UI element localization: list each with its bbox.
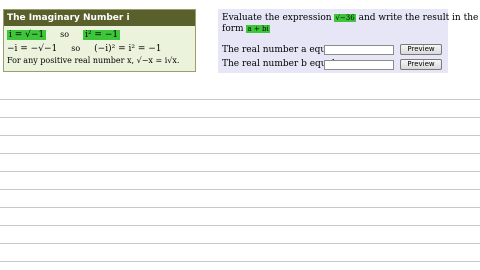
identity-negative-i: −i = −√−1	[7, 44, 58, 54]
panel-title: The Imaginary Number i	[4, 10, 195, 26]
exercise-panel: Evaluate the expression √−36 and write t…	[218, 9, 478, 73]
form-label: form	[222, 24, 244, 34]
so-label: so	[71, 44, 81, 53]
identity-i-squared: i² = −1	[83, 30, 121, 40]
prompt-start: Evaluate the expression	[222, 13, 332, 23]
b-answer-label: The real number b equals	[222, 59, 340, 69]
identity-row-2: −i = −√−1 so (−i)² = i² = −1	[7, 43, 162, 55]
identity-i-definition: i = √−1	[7, 30, 47, 40]
b-answer-input[interactable]	[324, 60, 394, 70]
a-answer-input[interactable]	[324, 45, 394, 55]
form-line: form a + bi	[222, 24, 270, 35]
so-label: so	[60, 30, 70, 39]
form-highlight: a + bi	[246, 25, 270, 33]
prompt-end: and write the result in the	[358, 13, 479, 23]
a-answer-label: The real number a equals	[222, 45, 340, 55]
identity-row-1: i = √−1 so i² = −1	[7, 29, 121, 41]
imaginary-number-panel: The Imaginary Number i i = √−1 so i² = −1 …	[3, 9, 196, 72]
expression-highlight: √−36	[334, 14, 356, 22]
a-preview-button[interactable]: Preview	[400, 44, 442, 55]
b-preview-button[interactable]: Preview	[400, 59, 442, 70]
panel-body: i = √−1 so i² = −1 −i = −√−1 so (−i)² = i² =…	[4, 26, 195, 71]
positive-real-rule: For any positive real number x, √−x = i√…	[7, 56, 180, 65]
identity-negative-i-squared: (−i)² = i² = −1	[94, 44, 162, 54]
exercise-prompt: Evaluate the expression √−36 and write t…	[222, 13, 478, 24]
